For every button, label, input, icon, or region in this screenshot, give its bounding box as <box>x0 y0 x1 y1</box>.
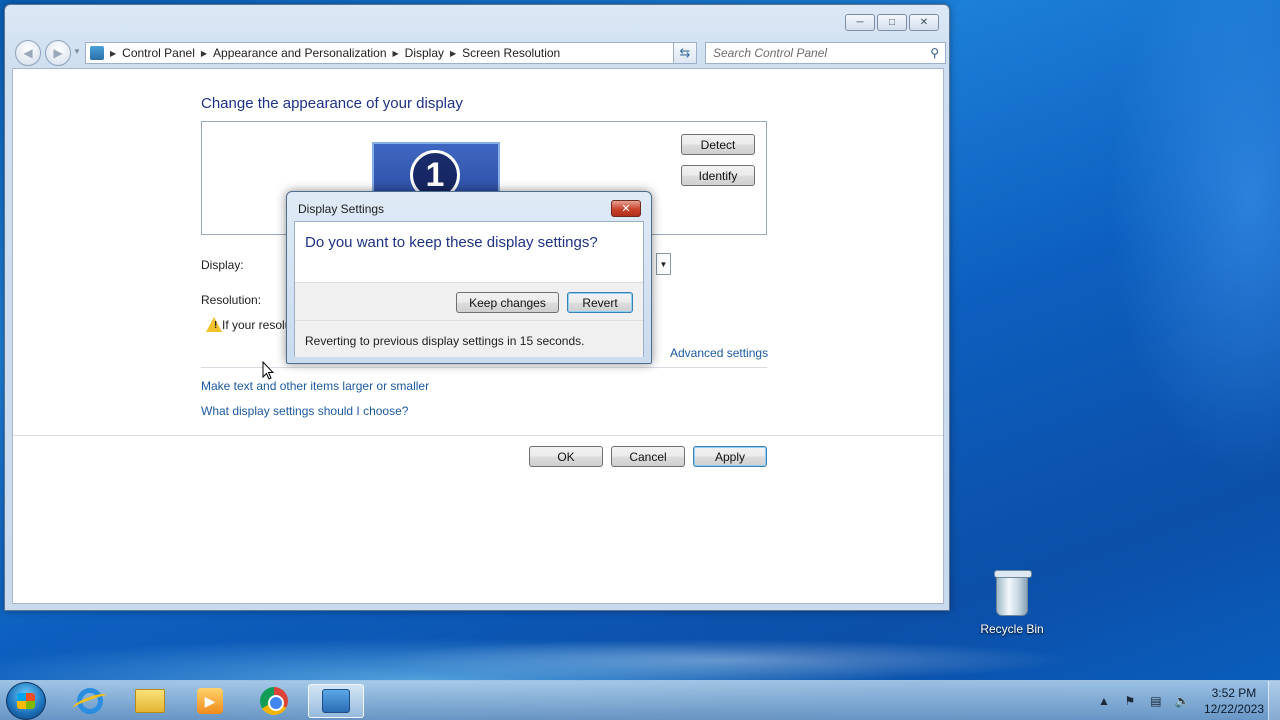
recycle-bin-label: Recycle Bin <box>980 622 1044 636</box>
clock[interactable]: 3:52 PM 12/22/2023 <box>1204 685 1264 717</box>
ok-button[interactable]: OK <box>529 446 603 467</box>
revert-button[interactable]: Revert <box>567 292 633 313</box>
footer-divider <box>13 435 943 436</box>
recycle-bin-icon <box>994 570 1032 616</box>
close-icon: ✕ <box>621 203 631 215</box>
cancel-button[interactable]: Cancel <box>611 446 685 467</box>
warning-exclamation: ! <box>214 320 218 331</box>
clock-time: 3:52 PM <box>1211 686 1257 700</box>
folder-icon <box>135 689 165 713</box>
taskbar: ▶ ▲ ⚑ ▤ 🔈 3:52 PM 12/22/2023 <box>0 680 1280 720</box>
refresh-icon: ⇆ <box>679 45 691 60</box>
breadcrumb-screen-resolution[interactable]: Screen Resolution <box>462 46 560 60</box>
recycle-bin-shortcut[interactable]: Recycle Bin <box>978 570 1046 636</box>
display-settings-dialog: Display Settings ✕ Do you want to keep t… <box>286 191 652 364</box>
system-tray: ▲ ⚑ ▤ 🔈 3:52 PM 12/22/2023 <box>1096 681 1264 720</box>
media-player-icon: ▶ <box>197 688 223 714</box>
display-select-dropdown[interactable]: ▼ <box>656 253 671 275</box>
maximize-button[interactable]: □ <box>877 14 907 31</box>
dialog-footer: Reverting to previous display settings i… <box>295 320 643 357</box>
search-input[interactable]: Search Control Panel ⚲ <box>705 42 946 64</box>
search-icon[interactable]: ⚲ <box>930 46 939 60</box>
clock-date: 12/22/2023 <box>1203 702 1264 716</box>
action-center-flag-icon[interactable]: ⚑ <box>1122 693 1138 709</box>
windows-logo-icon <box>17 693 35 709</box>
page-title: Change the appearance of your display <box>201 95 463 112</box>
minimize-button[interactable]: ─ <box>845 14 875 31</box>
breadcrumb-separator-icon[interactable]: ▶ <box>201 49 207 58</box>
revert-countdown-text: Reverting to previous display settings i… <box>305 334 585 348</box>
address-bar[interactable]: ▶ Control Panel ▶ Appearance and Persona… <box>85 42 697 64</box>
show-desktop-button[interactable] <box>1268 681 1280 720</box>
taskbar-windows-explorer[interactable] <box>122 684 178 718</box>
breadcrumb-separator-icon[interactable]: ▶ <box>450 49 456 58</box>
recent-pages-dropdown-icon[interactable]: ▼ <box>73 47 81 56</box>
display-label: Display: <box>201 258 244 272</box>
control-panel-icon <box>90 46 104 60</box>
dialog-button-bar: Keep changes Revert <box>295 282 643 320</box>
close-window-button[interactable]: ✕ <box>909 14 939 31</box>
dialog-body: Do you want to keep these display settin… <box>294 221 644 357</box>
show-hidden-icons-icon[interactable]: ▲ <box>1096 693 1112 709</box>
breadcrumb-appearance[interactable]: Appearance and Personalization <box>213 46 386 60</box>
mouse-pointer-icon <box>262 361 274 380</box>
search-placeholder: Search Control Panel <box>713 46 828 60</box>
taskbar-media-player[interactable]: ▶ <box>182 684 238 718</box>
dialog-question: Do you want to keep these display settin… <box>305 234 598 251</box>
chevron-down-icon: ▼ <box>659 259 668 269</box>
navigation-bar: ◀ ▶ ▼ ▶ Control Panel ▶ Appearance and P… <box>13 39 946 66</box>
resolution-label: Resolution: <box>201 293 262 307</box>
dialog-title: Display Settings <box>298 202 385 216</box>
volume-muted-icon[interactable]: 🔈 <box>1174 693 1190 709</box>
network-icon[interactable]: ▤ <box>1148 693 1164 709</box>
detect-button[interactable]: Detect <box>681 134 755 155</box>
back-button[interactable]: ◀ <box>15 40 41 66</box>
breadcrumb-separator-icon[interactable]: ▶ <box>110 49 116 58</box>
display-settings-help-link[interactable]: What display settings should I choose? <box>201 404 408 418</box>
advanced-settings-link[interactable]: Advanced settings <box>670 346 768 360</box>
forward-arrow-icon: ▶ <box>53 46 63 60</box>
taskbar-control-panel[interactable] <box>308 684 364 718</box>
text-size-link[interactable]: Make text and other items larger or smal… <box>201 379 429 393</box>
breadcrumb-display[interactable]: Display <box>405 46 444 60</box>
chrome-icon <box>260 687 288 715</box>
warning-text: If your resolu <box>222 318 292 332</box>
taskbar-google-chrome[interactable] <box>246 684 302 718</box>
taskbar-internet-explorer[interactable] <box>62 684 118 718</box>
control-panel-icon <box>322 689 350 713</box>
keep-changes-button[interactable]: Keep changes <box>456 292 559 313</box>
breadcrumb-separator-icon[interactable]: ▶ <box>393 49 399 58</box>
apply-button[interactable]: Apply <box>693 446 767 467</box>
internet-explorer-icon <box>77 688 103 714</box>
back-arrow-icon: ◀ <box>23 46 33 60</box>
start-button[interactable] <box>6 682 46 720</box>
divider <box>201 367 767 368</box>
refresh-button[interactable]: ⇆ <box>673 42 697 64</box>
breadcrumb-control-panel[interactable]: Control Panel <box>122 46 195 60</box>
window-controls: ─ □ ✕ <box>845 14 939 31</box>
forward-button[interactable]: ▶ <box>45 40 71 66</box>
identify-button[interactable]: Identify <box>681 165 755 186</box>
dialog-close-button[interactable]: ✕ <box>611 200 641 217</box>
